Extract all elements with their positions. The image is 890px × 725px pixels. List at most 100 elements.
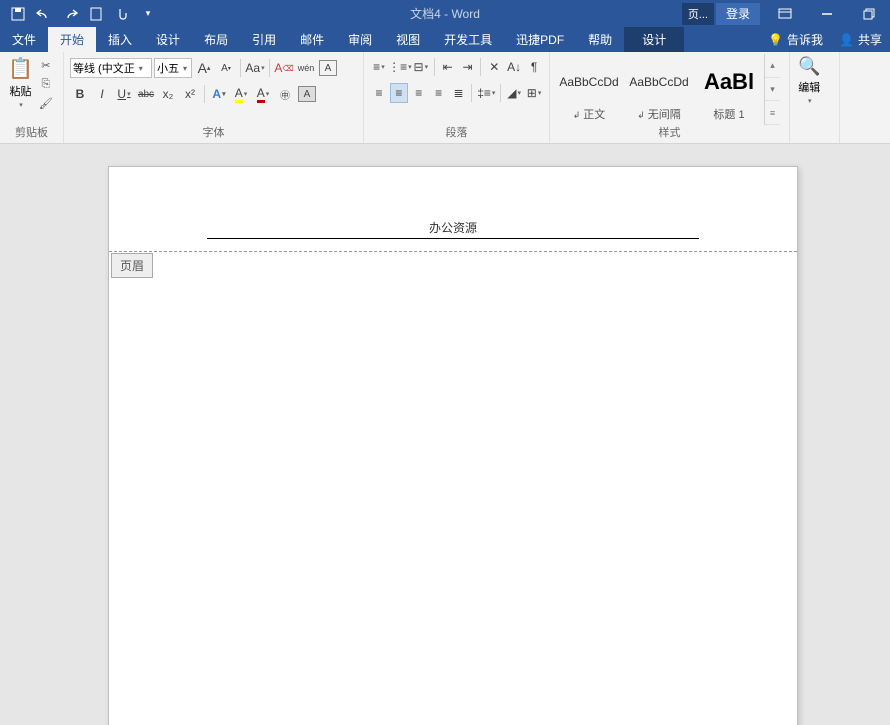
align-right-button[interactable]: ≡	[410, 83, 428, 103]
font-color-button[interactable]: A▾	[253, 84, 273, 104]
title-bar: ▾ 文档4 - Word 页... 登录	[0, 0, 890, 27]
align-distribute-button[interactable]: ≣	[450, 83, 468, 103]
header-tools-tab[interactable]: 页...	[682, 3, 714, 25]
touch-mode-icon[interactable]	[110, 2, 134, 26]
tab-references[interactable]: 引用	[240, 27, 288, 52]
paste-button[interactable]: 📋 粘贴 ▾	[4, 54, 37, 111]
font-name-combo[interactable]: 等线 (中文正▾	[70, 58, 152, 78]
tab-pdf[interactable]: 迅捷PDF	[504, 27, 576, 52]
superscript-button[interactable]: x²	[180, 84, 200, 104]
find-button[interactable]: 🔍 编辑 ▾	[794, 54, 824, 107]
ribbon-options-icon[interactable]	[764, 0, 806, 27]
share-icon: 👤	[839, 33, 854, 47]
login-button[interactable]: 登录	[716, 3, 760, 25]
sort-button[interactable]: A↓	[505, 57, 523, 77]
tab-layout[interactable]: 布局	[192, 27, 240, 52]
tab-review[interactable]: 审阅	[336, 27, 384, 52]
tab-home[interactable]: 开始	[48, 27, 96, 52]
strike-button[interactable]: abc	[136, 84, 156, 104]
minimize-icon[interactable]	[806, 0, 848, 27]
redo-icon[interactable]	[58, 2, 82, 26]
chevron-down-icon: ▾	[183, 64, 187, 73]
window-title: 文档4 - Word	[410, 5, 480, 22]
header-rule	[207, 238, 699, 239]
style-nospacing[interactable]: AaBbCcDd ↲ 无间隔	[624, 54, 694, 125]
share-button[interactable]: 👤共享	[831, 31, 890, 48]
tab-dev[interactable]: 开发工具	[432, 27, 504, 52]
undo-icon[interactable]	[32, 2, 56, 26]
group-label-styles: 样式	[554, 125, 785, 141]
titlebar-right: 页... 登录	[682, 0, 890, 27]
header-boundary	[109, 251, 797, 252]
underline-button[interactable]: U▾	[114, 84, 134, 104]
bold-button[interactable]: B	[70, 84, 90, 104]
chevron-down-icon: ▾	[139, 64, 143, 73]
align-center-button[interactable]: ≡	[390, 83, 408, 103]
chevron-down-icon: ▾	[808, 97, 812, 105]
italic-button[interactable]: I	[92, 84, 112, 104]
styles-down-icon[interactable]: ▾	[765, 78, 780, 102]
tab-file[interactable]: 文件	[0, 27, 48, 52]
tab-header-design[interactable]: 设计	[624, 27, 684, 52]
show-marks-button[interactable]: ¶	[525, 57, 543, 77]
chevron-down-icon: ▾	[19, 101, 23, 109]
circled-char-button[interactable]: ㊥	[275, 84, 295, 104]
header-area[interactable]: 办公资源	[207, 219, 699, 239]
style-heading1[interactable]: AaBl 标题 1	[694, 54, 764, 125]
save-icon[interactable]	[6, 2, 30, 26]
subscript-button[interactable]: x₂	[158, 84, 178, 104]
line-spacing-button[interactable]: ‡≡▾	[476, 83, 496, 103]
indent-increase-button[interactable]: ⇥	[459, 57, 477, 77]
format-painter-icon[interactable]: 🖌	[37, 94, 55, 112]
font-size-combo[interactable]: 小五▾	[154, 58, 192, 78]
align-justify-button[interactable]: ≡	[430, 83, 448, 103]
cut-icon[interactable]: ✂	[37, 56, 55, 74]
header-text[interactable]: 办公资源	[207, 219, 699, 238]
text-direction-button[interactable]: ✕	[485, 57, 503, 77]
group-label-clipboard: 剪贴板	[4, 125, 59, 141]
tell-me[interactable]: 💡告诉我	[760, 31, 831, 48]
tab-insert[interactable]: 插入	[96, 27, 144, 52]
lightbulb-icon: 💡	[768, 33, 783, 47]
multilevel-button[interactable]: ⊟▾	[412, 57, 430, 77]
text-effect-button[interactable]: A▾	[209, 84, 229, 104]
phonetic-guide-button[interactable]: wén	[296, 58, 316, 78]
group-font: 等线 (中文正▾ 小五▾ A▴ A▾ Aa▾ A⌫ wén A B I U▾ a…	[64, 52, 364, 143]
indent-decrease-button[interactable]: ⇤	[439, 57, 457, 77]
borders-button[interactable]: ⊞▾	[525, 83, 543, 103]
page[interactable]: 办公资源 页眉	[108, 166, 798, 725]
clipboard-icon: 📋	[8, 56, 33, 81]
clear-format-button[interactable]: A⌫	[274, 58, 294, 78]
copy-icon[interactable]: ⎘	[37, 75, 55, 93]
group-styles: AaBbCcDd ↲ 正文 AaBbCcDd ↲ 无间隔 AaBl 标题 1 ▴…	[550, 52, 790, 143]
highlight-button[interactable]: A▾	[231, 84, 251, 104]
align-left-button[interactable]: ≡	[370, 83, 388, 103]
shrink-font-button[interactable]: A▾	[216, 58, 236, 78]
numbering-button[interactable]: ⋮≡▾	[390, 57, 410, 77]
qat-customize-icon[interactable]: ▾	[136, 2, 160, 26]
new-doc-icon[interactable]	[84, 2, 108, 26]
char-border-button[interactable]: A	[318, 58, 338, 78]
group-paragraph: ≡▾ ⋮≡▾ ⊟▾ ⇤ ⇥ ✕ A↓ ¶ ≡ ≡ ≡ ≡ ≣ ‡≡▾ ◢▾	[364, 52, 550, 143]
ribbon: 📋 粘贴 ▾ ✂ ⎘ 🖌 剪贴板 等线 (中文正▾ 小五▾ A▴ A▾ Aa▾	[0, 52, 890, 144]
shading-button[interactable]: ◢▾	[505, 83, 523, 103]
quick-access-toolbar: ▾	[0, 2, 160, 26]
bullets-button[interactable]: ≡▾	[370, 57, 388, 77]
change-case-button[interactable]: Aa▾	[245, 58, 265, 78]
tab-design[interactable]: 设计	[144, 27, 192, 52]
char-shading-button[interactable]: A	[297, 84, 317, 104]
tab-mail[interactable]: 邮件	[288, 27, 336, 52]
document-workspace: 办公资源 页眉	[0, 144, 890, 725]
group-clipboard: 📋 粘贴 ▾ ✂ ⎘ 🖌 剪贴板	[0, 52, 64, 143]
styles-up-icon[interactable]: ▴	[765, 54, 780, 78]
restore-icon[interactable]	[848, 0, 890, 27]
search-icon: 🔍	[798, 56, 820, 77]
group-label-paragraph: 段落	[368, 125, 545, 141]
tab-help[interactable]: 帮助	[576, 27, 624, 52]
tab-view[interactable]: 视图	[384, 27, 432, 52]
style-normal[interactable]: AaBbCcDd ↲ 正文	[554, 54, 624, 125]
group-label-font: 字体	[68, 125, 359, 141]
styles-more-icon[interactable]: ≡	[765, 101, 780, 125]
styles-scroll: ▴ ▾ ≡	[764, 54, 780, 125]
grow-font-button[interactable]: A▴	[194, 58, 214, 78]
